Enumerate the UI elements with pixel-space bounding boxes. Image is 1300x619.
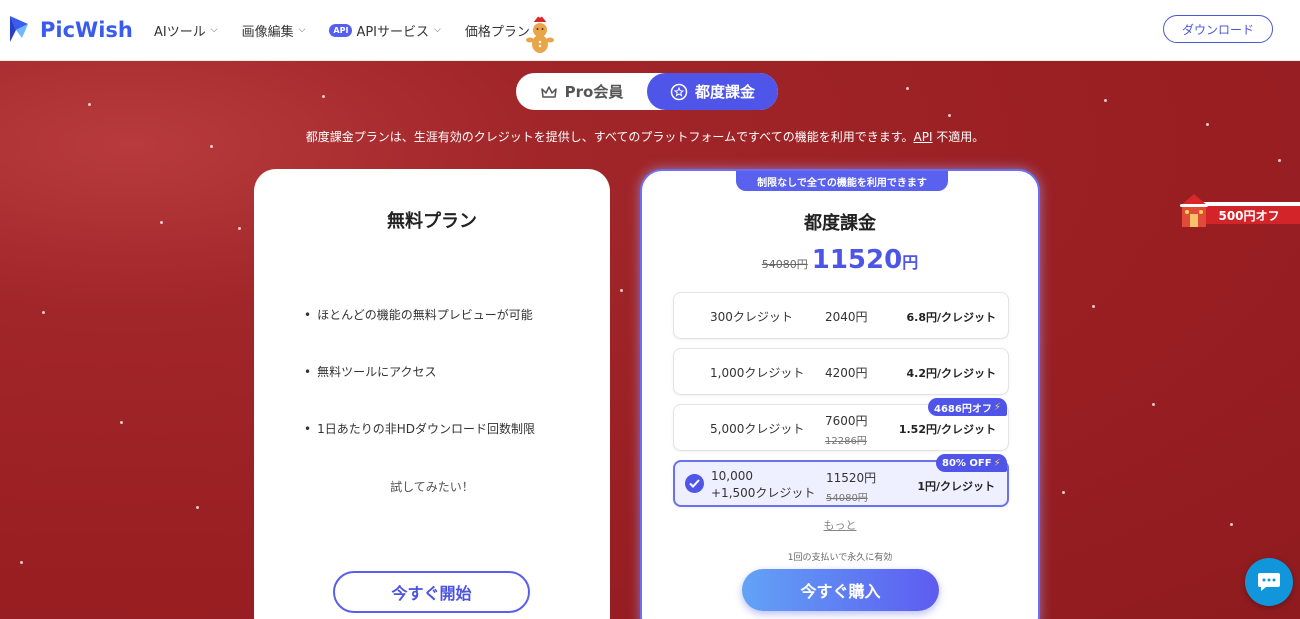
one-time-payment-note: 1回の支払いで永久に有効 [787, 553, 893, 563]
snowflake [1206, 123, 1209, 126]
tab-pay-as-you-go[interactable]: 都度課金 [647, 73, 778, 110]
snowflake [322, 95, 325, 98]
pay-as-you-go-card: 制限なしで全ての機能を利用できます 都度課金 54080円 11520円 300ク… [640, 169, 1040, 619]
free-feature-item: ほとんどの機能の無料プレビューが可能 [304, 306, 533, 323]
free-feature-item: 1日あたりの非HDダウンロード回数制限 [304, 420, 535, 437]
coin-star-icon [670, 83, 688, 100]
api-link[interactable]: API [914, 130, 933, 144]
start-now-button[interactable]: 今すぐ開始 [333, 571, 530, 613]
promo-banner[interactable]: 500円オフ [1176, 190, 1300, 230]
free-plan-card: 無料プラン ほとんどの機能の無料プレビューが可能 無料ツールにアクセス 1日あた… [254, 169, 610, 619]
option-credits-line1: 10,000 [711, 469, 753, 483]
picwish-logo-icon [10, 16, 28, 42]
lightning-icon: ⚡ [993, 457, 1001, 469]
plan-type-toggle: Pro会員 都度課金 [516, 73, 778, 110]
credit-option-1000[interactable]: 1,000クレジット 4200円 4.2円/クレジット [673, 348, 1009, 395]
chat-support-button[interactable] [1245, 558, 1293, 606]
tab-pay-as-you-go-label: 都度課金 [694, 83, 755, 101]
snowflake [88, 103, 91, 106]
plan-description-text: 都度課金プランは、生涯有効のクレジットを提供し、すべてのプラットフォームですべて… [305, 130, 914, 144]
option-per-credit: 1.52円/クレジット [898, 423, 996, 436]
chevron-down-icon: ⌵ [298, 25, 306, 35]
tab-pro-member-label: Pro会員 [564, 83, 624, 101]
option-credits: 5,000クレジット [710, 422, 805, 436]
current-price: 11520 [811, 245, 903, 275]
discount-badge: 80% OFF ⚡ [936, 454, 1007, 472]
nav-pricing-label: 価格プラン [464, 24, 530, 40]
main-nav: AIツール ⌵ 画像編集 ⌵ API APIサービス ⌵ 価格プラン [154, 21, 554, 40]
paid-plan-title: 都度課金 [804, 213, 876, 234]
chat-bubble-icon [1258, 573, 1280, 591]
plan-description: 都度課金プランは、生涯有効のクレジットを提供し、すべてのプラットフォームですべて… [0, 128, 1290, 145]
option-credits: 300クレジット [710, 310, 793, 324]
option-price: 4200円 [825, 366, 868, 380]
nav-image-edit[interactable]: 画像編集 ⌵ [242, 21, 306, 40]
price-unit: 円 [902, 253, 919, 272]
gingerbread-icon [526, 14, 554, 53]
checkmark-icon [685, 474, 704, 493]
promo-label: 500円オフ [1198, 202, 1300, 224]
api-badge: API [329, 23, 353, 37]
discount-badge: 4686円オフ ⚡ [928, 398, 1007, 416]
snowflake [20, 561, 23, 564]
nav-image-edit-label: 画像編集 [241, 24, 294, 40]
discount-badge-label: 4686円オフ [934, 403, 992, 415]
option-credits-line2: +1,500クレジット [711, 486, 816, 500]
option-price: 11520円 [826, 471, 877, 485]
snowflake [620, 289, 623, 292]
snowflake [1278, 159, 1281, 162]
snowflake [210, 145, 213, 148]
crown-icon [540, 85, 557, 98]
lightning-icon: ⚡ [993, 401, 1001, 413]
option-price: 2040円 [825, 310, 868, 324]
snowflake [1230, 523, 1233, 526]
option-per-credit: 4.2円/クレジット [906, 367, 996, 380]
logo-text: PicWish [40, 18, 133, 42]
gift-house-icon [1180, 194, 1208, 227]
top-nav-bar: PicWish AIツール ⌵ 画像編集 ⌵ API APIサービス ⌵ 価格プ… [0, 0, 1300, 61]
snowflake [1062, 491, 1065, 494]
nav-api-service-label: APIサービス [356, 24, 430, 40]
nav-pricing[interactable]: 価格プラン [465, 21, 530, 40]
option-original-price: 54080円 [826, 493, 868, 504]
option-credits: 10,000 +1,500クレジット [711, 468, 815, 502]
download-button[interactable]: ダウンロード [1163, 15, 1273, 43]
credit-option-300[interactable]: 300クレジット 2040円 6.8円/クレジット [673, 292, 1009, 339]
snowflake [120, 421, 123, 424]
option-credits: 1,000クレジット [710, 366, 805, 380]
more-options-link[interactable]: もっと [642, 517, 1038, 533]
snowflake [948, 114, 951, 117]
snowflake [1152, 403, 1155, 406]
option-per-credit: 1円/クレジット [917, 480, 995, 493]
logo[interactable]: PicWish [8, 14, 138, 46]
unlimited-features-ribbon: 制限なしで全ての機能を利用できます [736, 171, 948, 191]
free-feature-item: 無料ツールにアクセス [304, 363, 436, 380]
price-display: 54080円 11520円 [642, 245, 1038, 275]
snowflake [42, 311, 45, 314]
nav-ai-tools-label: AIツール [154, 24, 206, 40]
option-per-credit: 6.8円/クレジット [906, 311, 996, 324]
buy-now-button[interactable]: 今すぐ購入 [742, 569, 939, 611]
nav-api-service[interactable]: API APIサービス ⌵ [329, 21, 441, 40]
option-price: 7600円 [825, 414, 868, 428]
original-price: 54080円 [761, 258, 808, 271]
snowflake [238, 227, 241, 230]
snowflake [906, 87, 909, 90]
discount-badge-label: 80% OFF [942, 457, 992, 469]
tab-pro-member[interactable]: Pro会員 [516, 73, 647, 110]
chevron-down-icon: ⌵ [210, 25, 218, 35]
snowflake [196, 506, 199, 509]
plan-description-suffix: 不適用。 [932, 130, 985, 144]
chevron-down-icon: ⌵ [434, 25, 441, 35]
snowflake [160, 221, 163, 224]
trial-text: 試してみたい！ [390, 480, 474, 494]
snowflake [1104, 99, 1107, 102]
option-original-price: 12286円 [825, 436, 867, 447]
snowflake [1092, 305, 1095, 308]
free-plan-title: 無料プラン [387, 211, 477, 232]
nav-ai-tools[interactable]: AIツール ⌵ [154, 21, 218, 40]
